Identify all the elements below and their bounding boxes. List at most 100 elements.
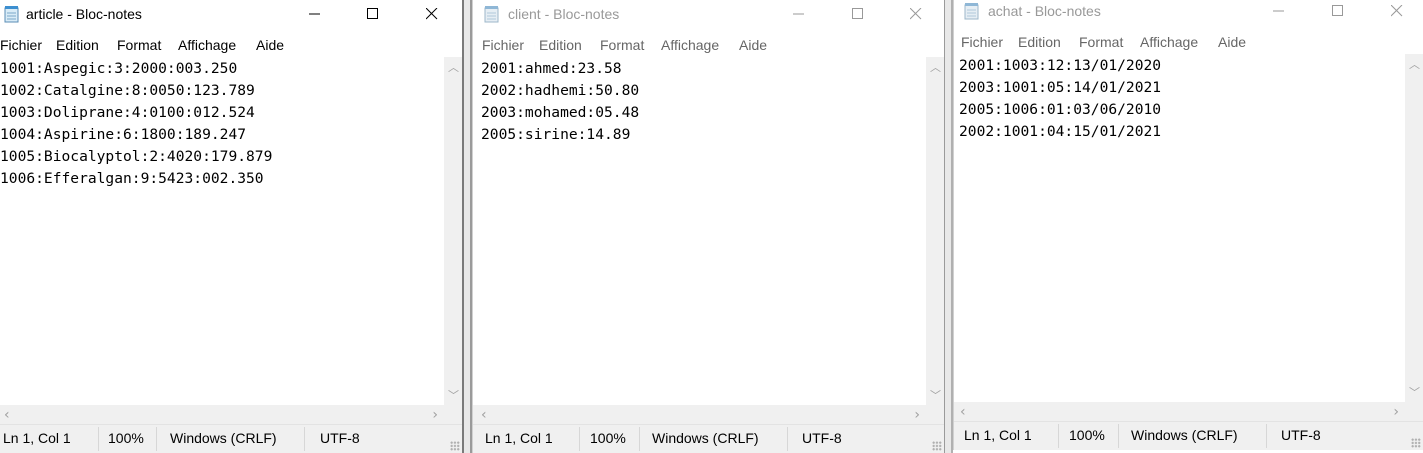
minimize-button[interactable] [1256, 0, 1302, 27]
resize-grip-icon[interactable] [932, 441, 942, 451]
menu-edition[interactable]: Edition [1018, 34, 1061, 50]
window-title: article - Bloc-notes [26, 6, 142, 22]
menu-aide[interactable]: Aide [739, 37, 767, 53]
horizontal-scrollbar[interactable]: ‹ › [954, 402, 1405, 422]
menu-bar: Fichier Edition Format Affichage Aide [473, 33, 944, 57]
text-line: 2001:ahmed:23.58 [481, 60, 622, 77]
status-divider [1266, 424, 1267, 448]
cursor-position: Ln 1, Col 1 [485, 430, 553, 446]
menu-edition[interactable]: Edition [539, 37, 582, 53]
notepad-icon [964, 3, 979, 20]
status-divider [787, 427, 788, 451]
line-ending: Windows (CRLF) [652, 430, 759, 446]
menu-fichier[interactable]: Fichier [961, 34, 1003, 50]
chevron-up-icon[interactable]: ︿ [448, 59, 459, 75]
title-bar[interactable]: achat - Bloc-notes [954, 0, 1423, 27]
close-icon [426, 8, 438, 20]
chevron-left-icon[interactable]: ‹ [481, 407, 487, 423]
menu-bar: Fichier Edition Format Affichage Aide [954, 30, 1423, 54]
zoom-level: 100% [1069, 427, 1105, 443]
minimize-button[interactable] [776, 0, 822, 30]
menu-affichage[interactable]: Affichage [661, 37, 719, 53]
menu-aide[interactable]: Aide [256, 37, 284, 53]
encoding: UTF-8 [320, 430, 360, 446]
menu-format[interactable]: Format [117, 37, 161, 53]
minimize-button[interactable] [292, 0, 338, 30]
text-line: 2001:1003:12:13/01/2020 [959, 57, 1162, 74]
title-bar[interactable]: article - Bloc-notes [0, 0, 462, 30]
status-divider [156, 427, 157, 451]
minimize-icon [1273, 10, 1284, 12]
status-bar: Ln 1, Col 1 100% Windows (CRLF) UTF-8 [473, 424, 944, 453]
chevron-down-icon[interactable]: ﹀ [448, 387, 459, 403]
close-icon [1391, 5, 1403, 17]
line-ending: Windows (CRLF) [170, 430, 277, 446]
chevron-right-icon[interactable]: › [914, 407, 920, 423]
encoding: UTF-8 [1281, 427, 1321, 443]
chevron-right-icon[interactable]: › [1393, 404, 1399, 420]
text-line: 2003:mohamed:05.48 [481, 104, 640, 121]
vertical-scrollbar[interactable]: ︿ ﹀ [1405, 54, 1423, 402]
text-editor[interactable]: 1001:Aspegic:3:2000:003.250 1002:Catalgi… [0, 57, 444, 405]
text-line: 1004:Aspirine:6:1800:189.247 [0, 126, 247, 143]
minimize-icon [309, 13, 320, 15]
resize-grip-icon[interactable] [1411, 438, 1421, 448]
status-bar: Ln 1, Col 1 100% Windows (CRLF) UTF-8 [954, 421, 1423, 450]
menu-fichier[interactable]: Fichier [482, 37, 524, 53]
text-line: 1002:Catalgine:8:0050:123.789 [0, 82, 255, 99]
notepad-window-achat: achat - Bloc-notes Fichier Edition Forma… [953, 0, 1423, 450]
status-bar: Ln 1, Col 1 100% Windows (CRLF) UTF-8 [0, 424, 462, 453]
chevron-down-icon[interactable]: ﹀ [1409, 384, 1420, 400]
close-button[interactable] [409, 0, 455, 30]
text-line: 1003:Doliprane:4:0100:012.524 [0, 104, 255, 121]
vertical-scrollbar[interactable]: ︿ ﹀ [926, 57, 944, 405]
scrollbar-corner [1405, 402, 1423, 422]
status-divider [639, 427, 640, 451]
title-bar[interactable]: client - Bloc-notes [473, 0, 944, 30]
maximize-button[interactable] [1315, 0, 1361, 27]
text-editor[interactable]: 2001:1003:12:13/01/2020 2003:1001:05:14/… [954, 54, 1405, 402]
line-ending: Windows (CRLF) [1131, 427, 1238, 443]
maximize-icon [1332, 5, 1343, 16]
chevron-left-icon[interactable]: ‹ [4, 407, 10, 423]
text-editor[interactable]: 2001:ahmed:23.58 2002:hadhemi:50.80 2003… [473, 57, 926, 405]
close-button[interactable] [893, 0, 939, 30]
menu-affichage[interactable]: Affichage [1140, 34, 1198, 50]
text-line: 2002:1001:04:15/01/2021 [959, 123, 1162, 140]
maximize-icon [367, 8, 378, 19]
maximize-button[interactable] [350, 0, 396, 30]
scrollbar-corner [444, 405, 462, 425]
text-line: 1006:Efferalgan:9:5423:002.350 [0, 170, 264, 187]
menu-affichage[interactable]: Affichage [178, 37, 236, 53]
status-divider [1118, 424, 1119, 448]
close-button[interactable] [1374, 0, 1420, 27]
menu-edition[interactable]: Edition [56, 37, 99, 53]
chevron-left-icon[interactable]: ‹ [960, 404, 966, 420]
horizontal-scrollbar[interactable]: ‹ › [473, 405, 926, 425]
horizontal-scrollbar[interactable]: ‹ › [0, 405, 444, 425]
encoding: UTF-8 [802, 430, 842, 446]
menu-bar: Fichier Edition Format Affichage Aide [0, 33, 462, 57]
menu-format[interactable]: Format [1079, 34, 1123, 50]
menu-format[interactable]: Format [600, 37, 644, 53]
notepad-icon [484, 6, 499, 23]
status-divider [304, 427, 305, 451]
window-border [462, 0, 472, 453]
cursor-position: Ln 1, Col 1 [964, 427, 1032, 443]
vertical-scrollbar[interactable]: ︿ ﹀ [444, 57, 462, 405]
maximize-icon [852, 8, 863, 19]
chevron-up-icon[interactable]: ︿ [930, 59, 941, 75]
chevron-right-icon[interactable]: › [432, 407, 438, 423]
text-line: 2002:hadhemi:50.80 [481, 82, 640, 99]
notepad-window-client: client - Bloc-notes Fichier Edition Form… [472, 0, 944, 453]
menu-fichier[interactable]: Fichier [0, 37, 42, 53]
menu-aide[interactable]: Aide [1218, 34, 1246, 50]
maximize-button[interactable] [835, 0, 881, 30]
chevron-up-icon[interactable]: ︿ [1409, 56, 1420, 72]
resize-grip-icon[interactable] [450, 441, 460, 451]
text-line: 2005:sirine:14.89 [481, 126, 631, 143]
text-line: 1005:Biocalyptol:2:4020:179.879 [0, 148, 273, 165]
window-border [944, 0, 953, 453]
chevron-down-icon[interactable]: ﹀ [930, 387, 941, 403]
notepad-icon [4, 6, 19, 23]
